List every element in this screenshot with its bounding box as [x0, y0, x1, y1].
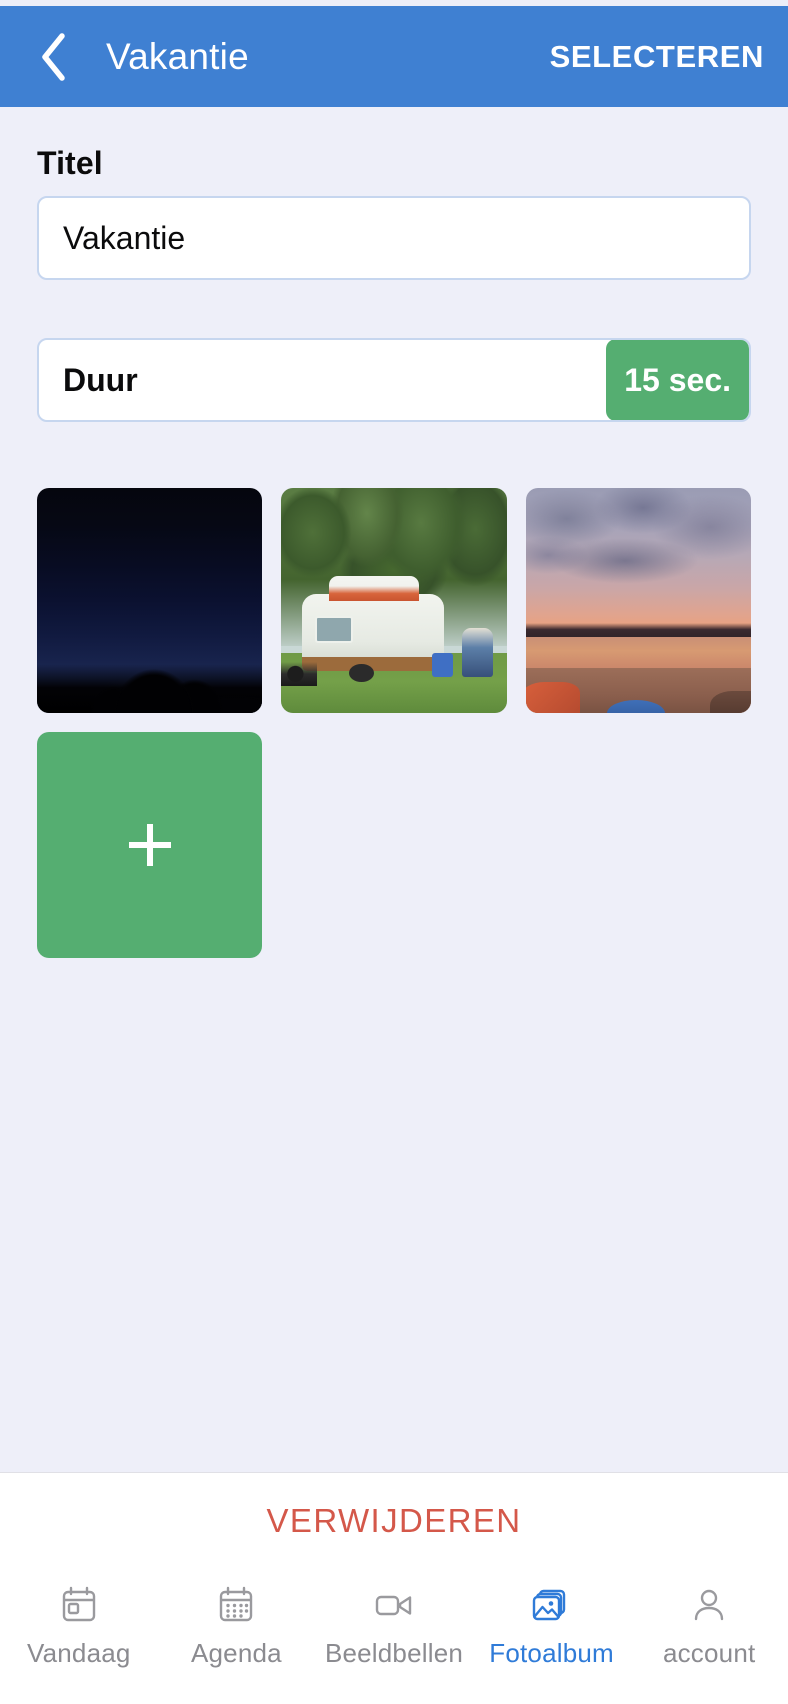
person-icon — [687, 1582, 731, 1628]
app-header: Vakantie SELECTEREN — [0, 6, 788, 107]
duration-label: Duur — [63, 361, 138, 398]
photo-album-icon — [529, 1582, 575, 1628]
calendar-icon — [214, 1582, 258, 1628]
tab-label: Fotoalbum — [489, 1638, 614, 1668]
tab-beeldbellen[interactable]: Beeldbellen — [315, 1582, 473, 1669]
tab-agenda[interactable]: Agenda — [158, 1582, 316, 1669]
page-title: Vakantie — [106, 35, 249, 77]
back-button[interactable] — [26, 29, 82, 85]
tab-account[interactable]: account — [630, 1582, 788, 1669]
caravan-photo[interactable] — [281, 488, 507, 714]
bottom-tab-bar: Vandaag Agenda Beeldbellen Fotoalbum acc… — [0, 1568, 788, 1704]
delete-button[interactable]: VERWIJDEREN — [267, 1502, 522, 1540]
app-screen: Vakantie SELECTEREN Titel Duur 15 sec. — [0, 0, 788, 1704]
tab-vandaag[interactable]: Vandaag — [0, 1582, 158, 1669]
content-area: Titel Duur 15 sec. — [0, 107, 788, 1472]
today-calendar-icon — [57, 1582, 101, 1628]
plus-icon — [37, 732, 262, 957]
title-field-card[interactable] — [37, 196, 751, 280]
tab-label: Agenda — [190, 1638, 282, 1668]
night-sky-photo[interactable] — [37, 488, 263, 714]
add-photo-button[interactable] — [37, 732, 263, 958]
tab-label: Beeldbellen — [324, 1638, 464, 1668]
title-field-label: Titel — [37, 145, 103, 181]
title-input[interactable] — [63, 219, 725, 257]
delete-bar: VERWIJDEREN — [0, 1472, 788, 1568]
tab-label: Vandaag — [27, 1638, 131, 1668]
tab-label: account — [662, 1638, 756, 1668]
chevron-left-icon — [39, 32, 69, 82]
tab-fotoalbum[interactable]: Fotoalbum — [473, 1582, 631, 1669]
select-button[interactable]: SELECTEREN — [550, 39, 764, 75]
duration-badge[interactable]: 15 sec. — [606, 340, 749, 420]
duration-field-card[interactable]: Duur 15 sec. — [37, 338, 751, 422]
photo-grid — [37, 488, 751, 958]
beach-sunset-photo[interactable] — [525, 488, 751, 714]
video-camera-icon — [371, 1582, 417, 1628]
